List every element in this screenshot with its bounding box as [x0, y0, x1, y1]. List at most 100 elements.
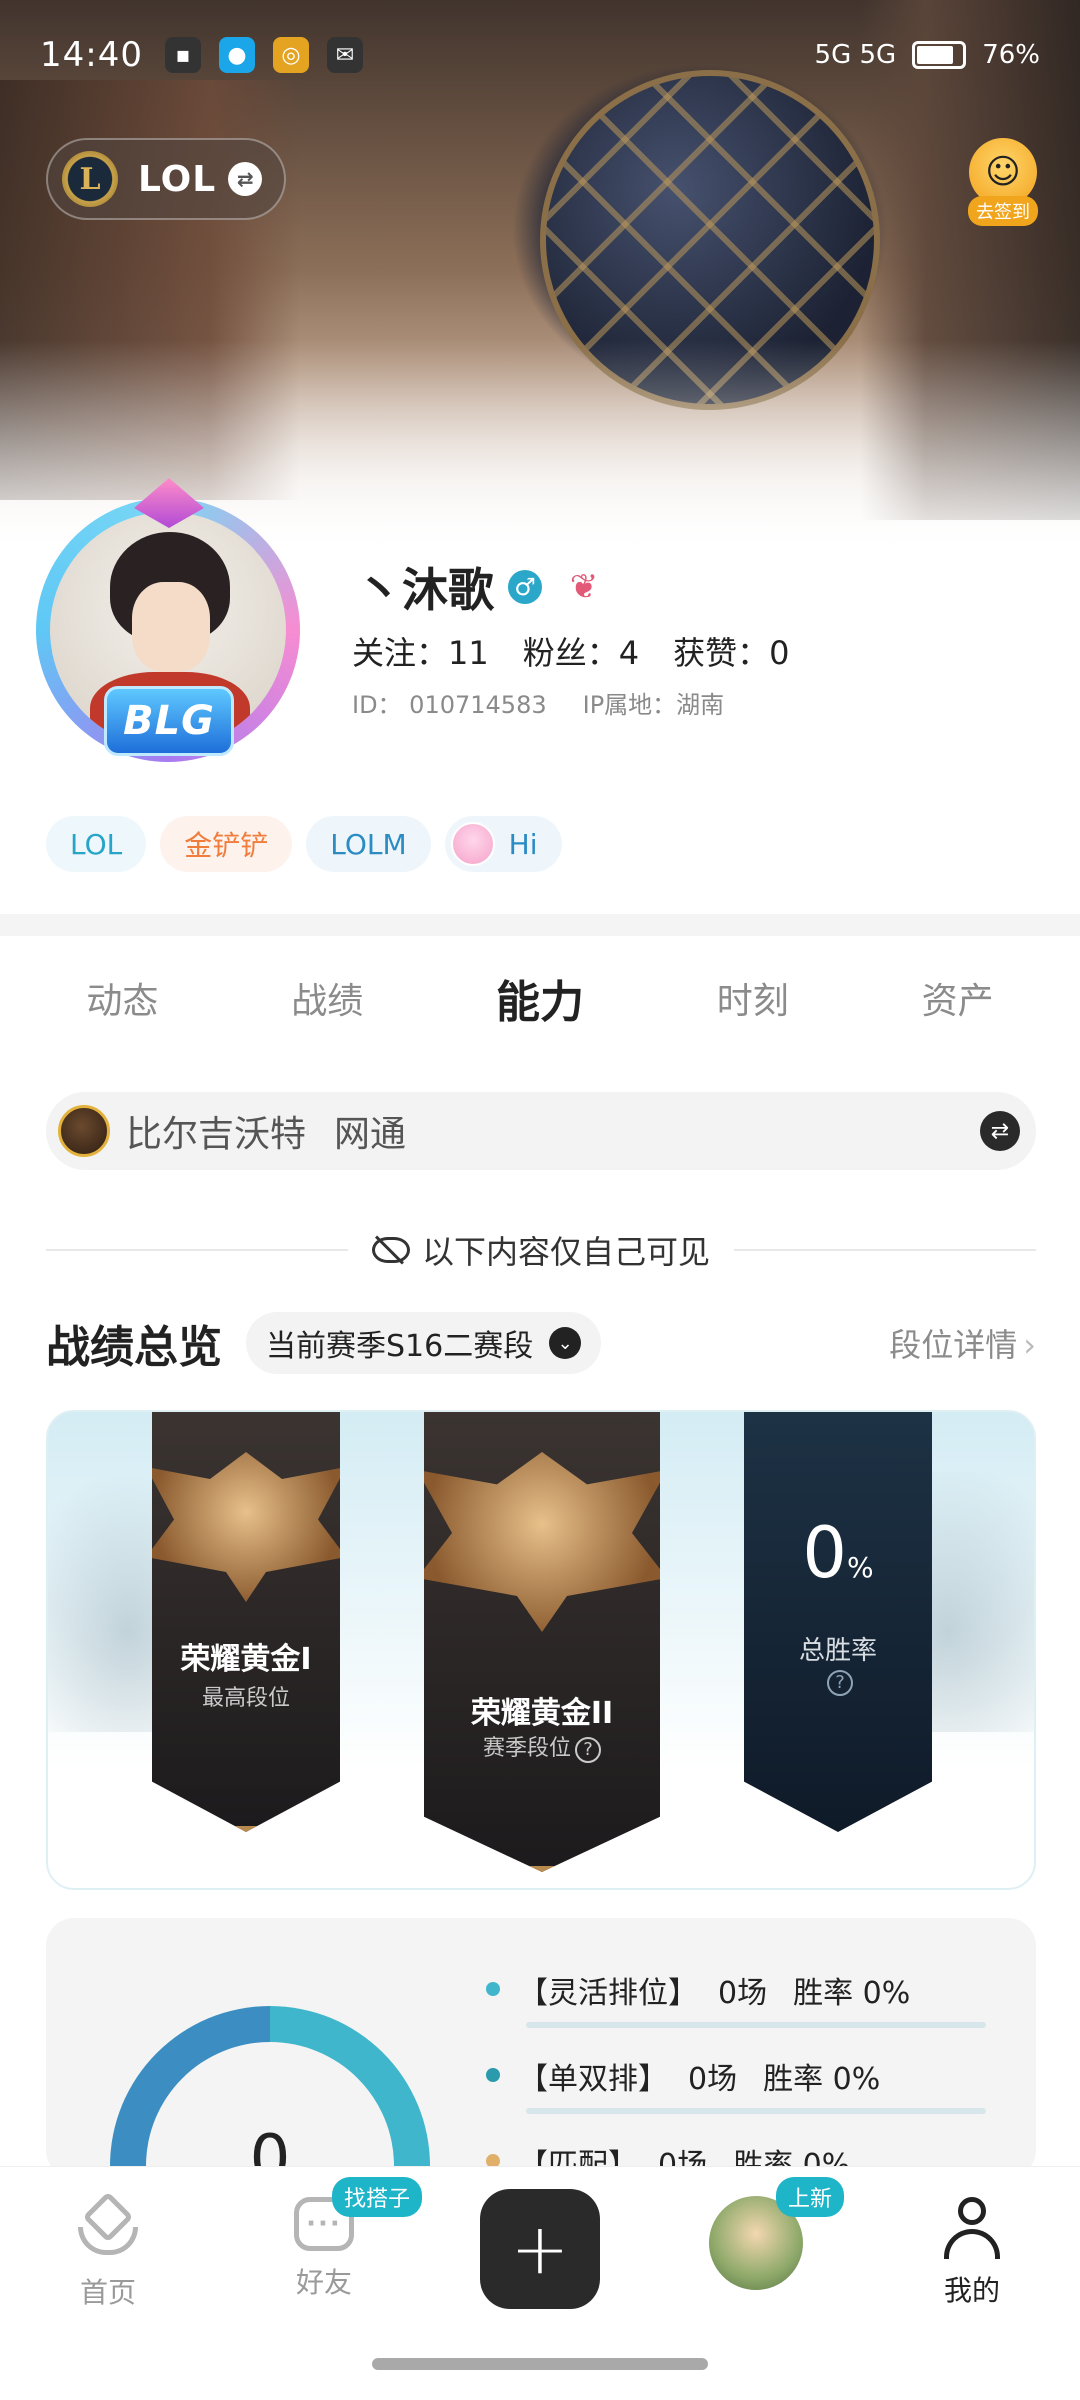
game-app-icon: ◎ — [272, 37, 309, 73]
profile-tabs: 动态 战绩 能力 时刻 资产 — [0, 936, 1080, 1060]
peak-rank-name: 荣耀黄金I — [180, 1642, 312, 1677]
profile-stats: 关注：11 粉丝：4 获赞：0 — [352, 628, 789, 674]
username: 丶沐歌 — [356, 563, 494, 617]
section-divider — [0, 914, 1080, 936]
peak-rank-label: 最高段位 — [201, 1686, 290, 1711]
help-icon[interactable]: ? — [827, 1670, 853, 1696]
likes-count: 获赞：0 — [673, 634, 790, 672]
tab-moments[interactable]: 时刻 — [717, 972, 789, 1024]
user-id: ID： 010714583 — [352, 691, 547, 719]
game-name: LOL — [138, 158, 217, 200]
nav-shop[interactable]: 上新 — [686, 2177, 845, 2293]
privacy-notice: 以下内容仅自己可见 — [46, 1222, 1037, 1278]
message-icon: ✉ — [326, 37, 363, 73]
friends-badge: 找搭子 — [332, 2177, 423, 2217]
mode-stats-card: 0 【灵活排位】 0场 胜率 0% 【单双排】 0场 胜率 0% 【匹配】 0场… — [46, 1918, 1036, 2178]
win-rate-unit: % — [846, 1551, 874, 1584]
game-account-selector[interactable]: 比尔吉沃特 网通 ⇄ — [46, 1092, 1036, 1170]
username-row: 丶沐歌 ♂ ❦ — [356, 554, 612, 620]
rank-overview-card: 荣耀黄金I 最高段位 荣耀黄金II 赛季段位? 0% 总胜率 ? — [46, 1410, 1036, 1890]
overview-header: 战绩总览 当前赛季S16二赛段 ⌄ 段位详情 › — [46, 1308, 1036, 1378]
chevron-down-icon: ⌄ — [549, 1327, 582, 1359]
overview-title: 战绩总览 — [46, 1322, 222, 1373]
rank-wings-icon[interactable]: ❦ — [556, 567, 612, 607]
peak-rank-banner[interactable]: 荣耀黄金I 最高段位 — [152, 1412, 340, 1832]
home-icon — [76, 2191, 140, 2261]
tag-lolm[interactable]: LOLM — [306, 816, 431, 872]
nav-me[interactable]: 我的 — [902, 2197, 1042, 2309]
tab-assets[interactable]: 资产 — [922, 972, 994, 1024]
avatar[interactable]: BLG — [28, 478, 308, 778]
person-icon — [942, 2197, 1002, 2259]
season-rank-name: 荣耀黄金II — [470, 1696, 614, 1731]
rank-detail-label: 段位详情 — [889, 1326, 1018, 1364]
team-badge: BLG — [104, 686, 234, 756]
season-rank-banner[interactable]: 荣耀黄金II 赛季段位? — [424, 1412, 660, 1872]
mode-item-flex: 【灵活排位】 0场 胜率 0% — [486, 1968, 1026, 2054]
nav-home[interactable]: 首页 — [38, 2191, 178, 2311]
game-switcher[interactable]: L LOL ⇄ — [46, 138, 286, 220]
followers-count[interactable]: 粉丝：4 — [523, 628, 639, 674]
shop-badge: 上新 — [776, 2177, 845, 2217]
status-system: 5G 5G 76% — [815, 40, 1040, 70]
divider-line — [46, 1249, 348, 1251]
win-rate-banner: 0% 总胜率 ? — [744, 1412, 932, 1832]
nav-friends[interactable]: ··· 找搭子 好友 — [254, 2177, 423, 2301]
daily-signin-button[interactable]: ☺ 去签到 — [962, 138, 1044, 226]
mode-item-solo: 【单双排】 0场 胜率 0% — [486, 2054, 1026, 2140]
mode-rate: 胜率 0% — [763, 2062, 881, 2097]
nav-home-label: 首页 — [79, 2276, 136, 2309]
win-rate-label: 总胜率 — [798, 1636, 877, 1666]
lol-logo-icon: L — [62, 151, 118, 207]
swap-icon: ⇄ — [228, 162, 263, 196]
season-dropdown[interactable]: 当前赛季S16二赛段 ⌄ — [246, 1312, 602, 1374]
mode-name: 【灵活排位】 — [518, 1976, 698, 2011]
signin-label: 去签到 — [968, 196, 1038, 226]
rank-detail-link[interactable]: 段位详情 › — [889, 1320, 1036, 1366]
tag-hi-label: Hi — [508, 827, 538, 861]
chevron-right-icon: › — [1023, 1326, 1036, 1364]
mode-rate: 胜率 0% — [793, 1976, 911, 2011]
account-server: 网通 — [334, 1114, 407, 1155]
mode-games: 0场 — [688, 2062, 738, 2097]
tag-hi[interactable]: Hi — [444, 816, 562, 872]
battery-icon — [912, 41, 967, 69]
divider-line — [734, 1249, 1037, 1251]
mode-name: 【单双排】 — [518, 2062, 668, 2097]
tag-jcc[interactable]: 金铲铲 — [160, 816, 293, 872]
gold-rank-emblem-icon — [152, 1452, 340, 1602]
mode-list: 【灵活排位】 0场 胜率 0% 【单双排】 0场 胜率 0% 【匹配】 0场 胜… — [486, 1968, 1026, 2178]
season-rank-label-row: 赛季段位? — [424, 1730, 660, 1763]
tag-lol[interactable]: LOL — [46, 816, 147, 872]
donut-center-value: 0 — [146, 2042, 394, 2178]
tab-ability[interactable]: 能力 — [496, 966, 584, 1030]
tab-records[interactable]: 战绩 — [291, 972, 363, 1024]
tab-feed[interactable]: 动态 — [86, 972, 158, 1024]
win-rate-value: 0% — [744, 1512, 932, 1594]
win-rate-help: ? — [744, 1670, 932, 1696]
home-indicator[interactable] — [372, 2358, 708, 2370]
help-icon[interactable]: ? — [575, 1737, 601, 1763]
mode-progress-bar — [526, 2022, 986, 2028]
ip-location: IP属地：湖南 — [582, 691, 725, 719]
account-region: 比尔吉沃特 — [126, 1114, 307, 1155]
following-count[interactable]: 关注：11 — [352, 628, 489, 674]
tag-avatar-icon — [450, 822, 495, 866]
qq-icon: ● — [218, 37, 255, 73]
season-rank-label: 赛季段位 — [482, 1736, 571, 1761]
season-value: 当前赛季S16二赛段 — [266, 1329, 534, 1364]
notification-app-icon: ▪ — [164, 37, 201, 73]
eye-off-icon — [372, 1235, 410, 1265]
win-rate-number: 0 — [802, 1512, 847, 1594]
switch-account-icon[interactable]: ⇄ — [980, 1111, 1020, 1151]
mode-donut-chart: 0 — [110, 2006, 430, 2178]
champion-avatar — [58, 1105, 110, 1157]
mode-progress-bar — [526, 2108, 986, 2114]
privacy-text: 以下内容仅自己可见 — [422, 1233, 711, 1271]
create-post-button[interactable]: + — [480, 2189, 600, 2309]
network-signal-icon: 5G 5G — [814, 40, 897, 70]
nav-friends-label: 好友 — [295, 2266, 352, 2299]
status-time: 14:40 — [40, 35, 143, 75]
legend-dot — [486, 1982, 500, 1996]
male-icon: ♂ — [508, 570, 542, 604]
